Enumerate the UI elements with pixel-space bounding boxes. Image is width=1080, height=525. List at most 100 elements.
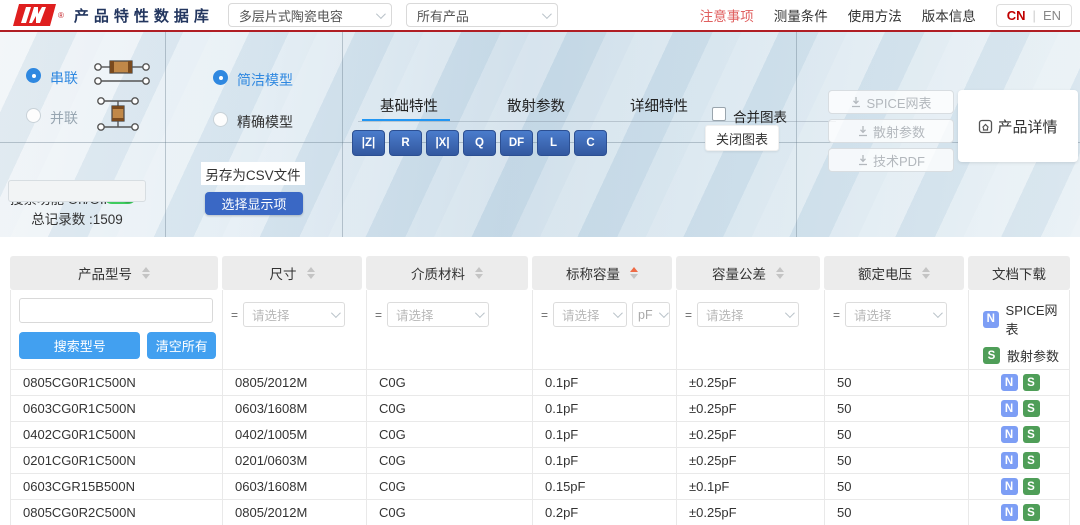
scatter-download-badge[interactable]: S <box>1023 426 1040 443</box>
merge-chart-checkbox[interactable] <box>712 107 726 121</box>
category-select[interactable]: 多层片式陶瓷电容 <box>228 3 392 27</box>
quick-search-input[interactable] <box>8 180 146 202</box>
sort-icon[interactable] <box>142 267 150 279</box>
param-button-q[interactable]: Q <box>463 130 496 156</box>
lang-en[interactable]: EN <box>1043 8 1061 23</box>
cell-docs: N S <box>969 474 1071 499</box>
lang-cn[interactable]: CN <box>1007 8 1026 23</box>
sort-icon[interactable] <box>475 267 483 279</box>
nav-link-notice[interactable]: 注意事项 <box>700 5 754 25</box>
column-label: 容量公差 <box>712 263 766 283</box>
column-header-1[interactable]: 尺寸 <box>222 256 366 290</box>
voltage-filter-select[interactable]: 请选择 <box>845 302 947 327</box>
tab-1[interactable]: 散射参数 <box>507 95 565 116</box>
search-model-button[interactable]: 搜索型号 <box>19 332 140 359</box>
tolerance-filter-select[interactable]: 请选择 <box>697 302 799 327</box>
sort-icon[interactable] <box>776 267 784 279</box>
precise-model-label[interactable]: 精确模型 <box>237 112 293 132</box>
cell-size: 0603/1608M <box>223 396 367 421</box>
spice-netlist-download-button[interactable]: SPICE网表 <box>828 90 954 114</box>
control-toolbar: 串联 并联 简洁模 <box>0 32 1080 237</box>
tab-2[interactable]: 详细特性 <box>630 95 688 116</box>
filter-cell-docs-legend: N SPICE网表 S 散射参数 <box>969 290 1071 373</box>
top-header: ® 产品特性数据库 多层片式陶瓷电容 所有产品 注意事项 测量条件 使用方法 版… <box>0 0 1080 30</box>
column-label: 产品型号 <box>78 263 132 283</box>
param-button-df[interactable]: DF <box>500 130 533 156</box>
sort-icon[interactable] <box>922 267 930 279</box>
table-row[interactable]: 0402CG0R1C500N 0402/1005M C0G 0.1pF ±0.2… <box>11 422 1069 448</box>
scatter-params-download-button[interactable]: 散射参数 <box>828 119 954 143</box>
param-button-c[interactable]: C <box>574 130 607 156</box>
spice-netlist-label: SPICE网表 <box>866 93 931 112</box>
language-switch[interactable]: CN | EN <box>996 4 1072 27</box>
cell-docs: N S <box>969 500 1071 525</box>
scatter-download-badge[interactable]: S <box>1023 504 1040 521</box>
param-button-z[interactable]: |Z| <box>352 130 385 156</box>
cell-material: C0G <box>367 370 533 395</box>
tech-pdf-download-button[interactable]: 技术PDF <box>828 148 954 172</box>
equals-label: = <box>375 308 382 322</box>
spice-download-badge[interactable]: N <box>1001 426 1018 443</box>
product-select[interactable]: 所有产品 <box>406 3 558 27</box>
scatter-download-badge[interactable]: S <box>1023 374 1040 391</box>
simple-model-radio[interactable] <box>213 70 228 85</box>
column-header-5[interactable]: 额定电压 <box>824 256 968 290</box>
unit-value: pF <box>638 308 653 322</box>
spice-download-badge[interactable]: N <box>1001 400 1018 417</box>
equals-label: = <box>541 308 548 322</box>
table-row[interactable]: 0201CG0R1C500N 0201/0603M C0G 0.1pF ±0.2… <box>11 448 1069 474</box>
table-row[interactable]: 0603CGR15B500N 0603/1608M C0G 0.15pF ±0.… <box>11 474 1069 500</box>
size-filter-select[interactable]: 请选择 <box>243 302 345 327</box>
capacitance-filter-select[interactable]: 请选择 <box>553 302 627 327</box>
close-chart-button[interactable]: 关闭图表 <box>705 125 779 151</box>
cell-material: C0G <box>367 396 533 421</box>
column-label: 尺寸 <box>270 263 297 283</box>
param-button-r[interactable]: R <box>389 130 422 156</box>
cell-model: 0402CG0R1C500N <box>11 422 223 447</box>
simple-model-label[interactable]: 简洁模型 <box>237 70 293 90</box>
tab-0-active[interactable]: 基础特性 <box>380 95 438 116</box>
spice-download-badge[interactable]: N <box>1001 452 1018 469</box>
sort-icon[interactable] <box>630 267 638 279</box>
precise-model-radio[interactable] <box>213 112 228 127</box>
column-header-3[interactable]: 标称容量 <box>532 256 676 290</box>
product-detail-button[interactable]: 产品详情 <box>958 90 1078 162</box>
cell-tolerance: ±0.25pF <box>677 370 825 395</box>
clear-all-button[interactable]: 清空所有 <box>147 332 216 359</box>
nav-link-version[interactable]: 版本信息 <box>922 5 976 25</box>
material-filter-select[interactable]: 请选择 <box>387 302 489 327</box>
save-csv-button[interactable]: 另存为CSV文件 <box>201 162 305 185</box>
spice-download-badge[interactable]: N <box>1001 504 1018 521</box>
model-search-input[interactable] <box>19 298 213 323</box>
table-row[interactable]: 0805CG0R2C500N 0805/2012M C0G 0.2pF ±0.2… <box>11 500 1069 525</box>
table-header-row: 产品型号 尺寸 介质材料标称容量 容量公差 额定电压文档下载 <box>10 256 1070 290</box>
spice-download-badge[interactable]: N <box>1001 478 1018 495</box>
param-button-x[interactable]: |X| <box>426 130 459 156</box>
merge-chart-label[interactable]: 合并图表 <box>733 106 787 126</box>
product-select-value: 所有产品 <box>417 6 469 25</box>
chevron-down-icon <box>613 308 623 318</box>
table-row[interactable]: 0603CG0R1C500N 0603/1608M C0G 0.1pF ±0.2… <box>11 396 1069 422</box>
capacitance-unit-select[interactable]: pF <box>632 302 670 327</box>
series-radio[interactable] <box>26 68 41 83</box>
column-header-2[interactable]: 介质材料 <box>366 256 532 290</box>
param-button-l[interactable]: L <box>537 130 570 156</box>
column-header-6: 文档下载 <box>968 256 1070 290</box>
column-header-4[interactable]: 容量公差 <box>676 256 824 290</box>
spice-badge-icon: N <box>983 311 999 328</box>
spice-download-badge[interactable]: N <box>1001 374 1018 391</box>
nav-link-measure[interactable]: 测量条件 <box>774 5 828 25</box>
sort-icon[interactable] <box>307 267 315 279</box>
scatter-download-badge[interactable]: S <box>1023 452 1040 469</box>
column-header-0[interactable]: 产品型号 <box>10 256 222 290</box>
nav-link-usage[interactable]: 使用方法 <box>848 5 902 25</box>
table-row[interactable]: 0805CG0R1C500N 0805/2012M C0G 0.1pF ±0.2… <box>11 370 1069 396</box>
series-radio-label[interactable]: 串联 <box>50 68 78 88</box>
scatter-download-badge[interactable]: S <box>1023 400 1040 417</box>
choose-display-button[interactable]: 选择显示项 <box>205 192 303 215</box>
parallel-radio-label[interactable]: 并联 <box>50 108 78 128</box>
legend-scatter: S 散射参数 <box>983 346 1065 365</box>
parallel-radio[interactable] <box>26 108 41 123</box>
cell-voltage: 50 <box>825 422 969 447</box>
scatter-download-badge[interactable]: S <box>1023 478 1040 495</box>
